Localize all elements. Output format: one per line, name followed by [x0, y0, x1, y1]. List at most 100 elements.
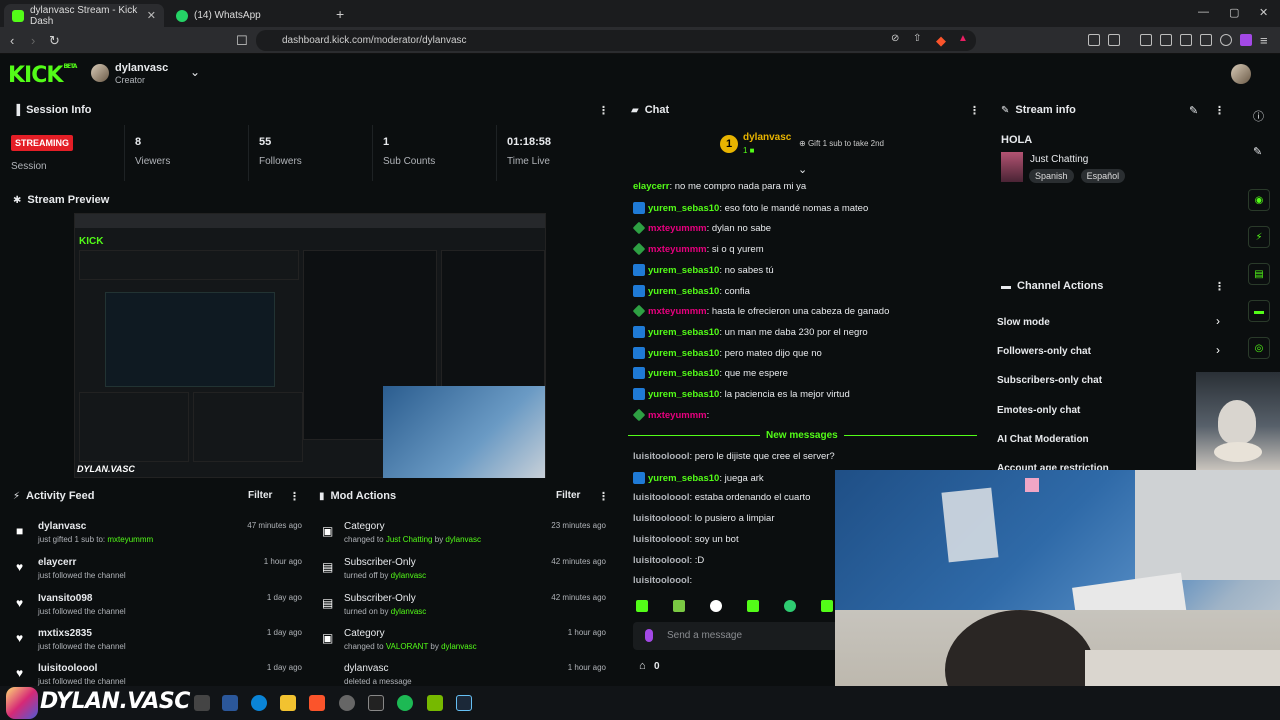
ai-moderation-item[interactable]: AI Chat Moderation [997, 434, 1089, 445]
emote-icon[interactable] [710, 600, 723, 612]
kebab-menu-icon[interactable]: ⋮ [1214, 280, 1225, 293]
chat-username[interactable]: yurem_sebas10 [648, 473, 719, 484]
spotify-icon[interactable] [397, 695, 413, 711]
emote-icon[interactable] [673, 600, 686, 612]
kebab-menu-icon[interactable]: ⋮ [289, 490, 300, 503]
emotes-only-item[interactable]: Emotes-only chat [997, 405, 1080, 416]
reload-icon[interactable]: ↻ [49, 33, 60, 49]
pencil-icon[interactable]: ✎ [1253, 145, 1262, 158]
list-item: ♥ elaycerr just followed the channel 1 h… [16, 557, 302, 580]
obs-icon[interactable] [339, 695, 355, 711]
share-icon[interactable]: ⇧ [913, 33, 921, 44]
chat-message: luisitooloool: [633, 575, 692, 586]
restore-button[interactable]: ▢ [1229, 6, 1239, 19]
app-icon[interactable] [368, 695, 384, 711]
back-icon[interactable]: ‹ [10, 33, 14, 48]
rewards-icon[interactable]: ▲ [958, 33, 968, 44]
download-icon[interactable] [1140, 34, 1152, 46]
chat-username[interactable]: luisitooloool [633, 451, 689, 462]
folder-icon[interactable] [280, 695, 296, 711]
edge-icon[interactable] [251, 695, 267, 711]
chat-username[interactable]: mxteyummm [648, 410, 707, 421]
gift-prompt: ⊕ Gift 1 sub to take 2nd [799, 139, 884, 148]
clipboard-icon[interactable]: ▤ [1248, 263, 1270, 285]
chat-username[interactable]: yurem_sebas10 [648, 368, 719, 379]
chat-username[interactable]: mxteyummm [648, 244, 707, 255]
forward-icon[interactable]: › [31, 33, 35, 48]
chat-username[interactable]: luisitooloool [633, 513, 689, 524]
mod-filter-button[interactable]: Filter [556, 490, 580, 501]
chat-username[interactable]: yurem_sebas10 [648, 203, 719, 214]
list-item: dylanvasc deleted a message 1 hour ago [344, 663, 606, 686]
stream-video[interactable]: KICK DYLAN.VASC [74, 213, 546, 478]
extensions-icon[interactable] [1088, 34, 1100, 46]
edit-icon[interactable]: ✎ [1189, 104, 1198, 117]
slow-mode-item[interactable]: Slow mode [997, 317, 1050, 328]
chevron-right-icon[interactable]: › [1216, 314, 1220, 328]
info-icon[interactable]: ⓘ [1253, 108, 1264, 124]
steam-icon[interactable] [456, 695, 472, 711]
bolt-icon[interactable]: ⚡ [1248, 226, 1270, 248]
chat-username[interactable]: yurem_sebas10 [648, 348, 719, 359]
chat-icon[interactable]: ▬ [1248, 300, 1270, 322]
chat-username[interactable]: yurem_sebas10 [648, 389, 719, 400]
collapse-pinned-icon[interactable]: ⌄ [798, 163, 807, 176]
emote-icon[interactable] [747, 600, 760, 612]
emote-icon[interactable] [636, 600, 648, 612]
store-icon[interactable] [222, 695, 238, 711]
chat-username[interactable]: yurem_sebas10 [648, 327, 719, 338]
kebab-menu-icon[interactable]: ⋮ [969, 104, 980, 117]
brave-icon[interactable] [309, 695, 325, 711]
new-tab-button[interactable]: + [336, 6, 344, 22]
chat-username[interactable]: mxteyummm [648, 306, 707, 317]
sidebar-icon[interactable] [1160, 34, 1172, 46]
leo-icon[interactable] [1200, 34, 1212, 46]
chat-username[interactable]: yurem_sebas10 [648, 286, 719, 297]
mic-icon[interactable] [645, 629, 653, 642]
user-menu-avatar[interactable] [1231, 64, 1251, 84]
search-icon[interactable] [194, 695, 210, 711]
vpn-icon[interactable] [1220, 34, 1232, 46]
chat-username[interactable]: elaycerr [633, 181, 669, 192]
close-window-button[interactable]: ✕ [1259, 6, 1268, 19]
activity-filter-button[interactable]: Filter [248, 490, 272, 501]
menu-icon[interactable]: ≡ [1260, 33, 1268, 48]
chevron-down-icon[interactable]: ⌄ [190, 65, 200, 79]
screenshot-icon[interactable] [1108, 34, 1120, 46]
emote-icon[interactable] [784, 600, 797, 612]
wrench-icon: ✎ [1001, 104, 1010, 116]
chat-username[interactable]: yurem_sebas10 [648, 265, 719, 276]
wallet-icon[interactable] [1180, 34, 1192, 46]
chat-username[interactable]: luisitooloool [633, 534, 689, 545]
kick-logo[interactable]: KICKBETA [8, 63, 77, 88]
chat-username[interactable]: mxteyummm [648, 223, 707, 234]
header-role: Creator [115, 75, 146, 85]
tab-whatsapp[interactable]: (14) WhatsApp [168, 4, 333, 27]
broadcast-icon[interactable]: ◎ [1248, 337, 1270, 359]
chat-username[interactable]: luisitooloool [633, 555, 689, 566]
followers-only-item[interactable]: Followers-only chat [997, 346, 1091, 357]
user-badge-icon [633, 284, 645, 297]
minimize-button[interactable]: — [1198, 6, 1209, 18]
mute-icon[interactable]: ⊘ [891, 33, 899, 44]
bookmark-icon[interactable]: ☐ [236, 33, 248, 49]
subscribers-only-item[interactable]: Subscribers-only chat [997, 375, 1102, 386]
chat-message: yurem_sebas10: confia [633, 284, 750, 297]
camera-icon[interactable]: ◉ [1248, 189, 1270, 211]
points-icon[interactable]: ⌂ [639, 660, 646, 672]
nvidia-icon[interactable] [427, 695, 443, 711]
profile-icon[interactable] [1240, 34, 1252, 46]
chat-username[interactable]: luisitooloool [633, 575, 689, 586]
chat-username[interactable]: luisitooloool [633, 492, 689, 503]
close-tab-icon[interactable]: ✕ [147, 9, 156, 22]
url-field[interactable]: dashboard.kick.com/moderator/dylanvasc [256, 30, 976, 51]
avatar[interactable] [91, 64, 109, 82]
message-input[interactable]: Send a message [633, 622, 843, 650]
emote-icon[interactable] [821, 600, 834, 612]
kebab-menu-icon[interactable]: ⋮ [598, 490, 609, 503]
kebab-menu-icon[interactable]: ⋮ [1214, 104, 1225, 117]
brave-shield-icon[interactable]: ◆ [936, 33, 946, 49]
chevron-right-icon[interactable]: › [1216, 343, 1220, 357]
kebab-menu-icon[interactable]: ⋮ [598, 104, 609, 117]
tab-kick-dashboard[interactable]: dylanvasc Stream - Kick Dash ✕ [4, 4, 164, 27]
